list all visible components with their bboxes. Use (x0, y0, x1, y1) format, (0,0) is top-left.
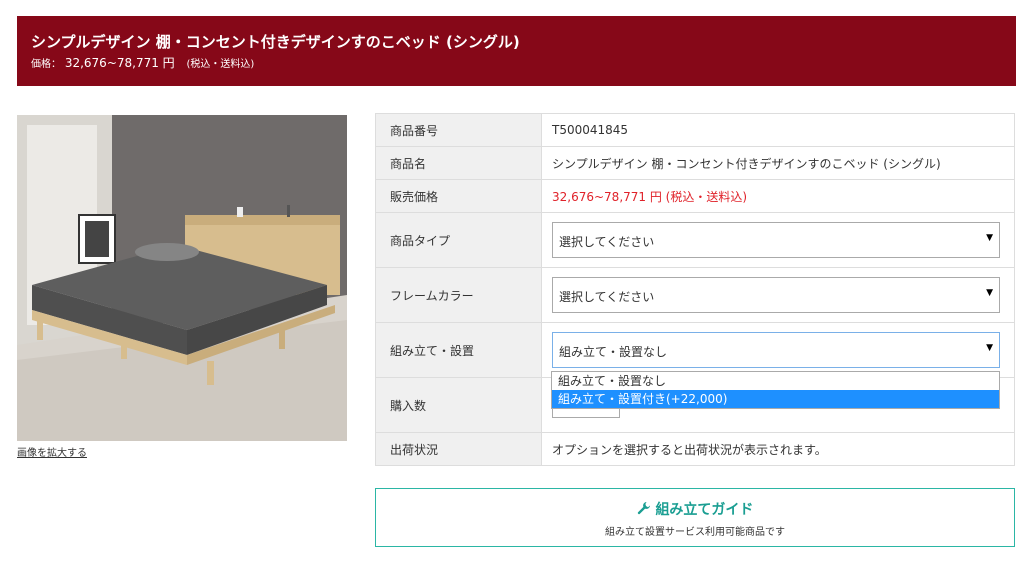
guide-subtitle: 組み立て設置サービス利用可能商品です (605, 527, 785, 538)
price-label: 価格： (31, 59, 61, 70)
spec-label: 商品名 (375, 146, 542, 180)
assembly-guide-box[interactable]: 組み立てガイド 組み立て設置サービス利用可能商品です (375, 488, 1015, 547)
spec-label: 組み立て・設置 (375, 322, 542, 378)
wrench-icon (637, 502, 656, 518)
product-name-value: シンプルデザイン 棚・コンセント付きデザインすのこベッド (シングル) (541, 146, 1015, 180)
select-value: 組み立て・設置なし (559, 345, 668, 359)
header-price: 価格： 32,676~78,771 円 (税込・送料込) (31, 54, 254, 71)
spec-row-assembly: 組み立て・設置 組み立て・設置なし ▼ (375, 322, 1015, 378)
select-value: 選択してください (559, 235, 655, 249)
spec-label: 購入数 (375, 377, 542, 433)
spec-label: 商品番号 (375, 113, 542, 147)
price-tax-note: (税込・送料込) (186, 59, 255, 70)
frame-color-select[interactable]: 選択してください ▼ (552, 277, 1000, 313)
product-header: シンプルデザイン 棚・コンセント付きデザインすのこベッド (シングル) 価格： … (17, 16, 1016, 86)
product-image[interactable] (17, 115, 347, 441)
spec-row-product-type: 商品タイプ 選択してください ▼ (375, 212, 1015, 268)
dropdown-option-highlighted[interactable]: 組み立て・設置付き(+22,000) (552, 390, 999, 408)
spec-label: 販売価格 (375, 179, 542, 213)
spec-label: フレームカラー (375, 267, 542, 323)
product-spec-table: 商品番号 T500041845 商品名 シンプルデザイン 棚・コンセント付きデザ… (375, 113, 1015, 466)
select-value: 選択してください (559, 290, 655, 304)
price-value: 32,676~78,771 円 (64, 56, 175, 70)
dropdown-option[interactable]: 組み立て・設置なし (552, 372, 999, 390)
spec-row-frame-color: フレームカラー 選択してください ▼ (375, 267, 1015, 323)
spec-row-price: 販売価格 32,676~78,771 円 (税込・送料込) (375, 179, 1015, 213)
assembly-dropdown-list: 組み立て・設置なし 組み立て・設置付き(+22,000) (551, 371, 1000, 409)
spec-row-product-number: 商品番号 T500041845 (375, 113, 1015, 147)
triangle-down-icon: ▼ (986, 288, 993, 298)
triangle-down-icon: ▼ (986, 343, 993, 353)
product-number-value: T500041845 (541, 113, 1015, 147)
sale-price-value: 32,676~78,771 円 (税込・送料込) (541, 179, 1015, 213)
shipping-status-value: オプションを選択すると出荷状況が表示されます。 (541, 432, 1015, 466)
guide-title: 組み立てガイド (655, 502, 754, 518)
spec-row-shipping-status: 出荷状況 オプションを選択すると出荷状況が表示されます。 (375, 432, 1015, 466)
spec-label: 出荷状況 (375, 432, 542, 466)
assembly-select[interactable]: 組み立て・設置なし ▼ (552, 332, 1000, 368)
triangle-down-icon: ▼ (986, 233, 993, 243)
enlarge-image-link[interactable]: 画像を拡大する (17, 444, 87, 459)
bed-photo-illustration (17, 115, 347, 441)
product-title: シンプルデザイン 棚・コンセント付きデザインすのこベッド (シングル) (31, 33, 520, 51)
spec-row-product-name: 商品名 シンプルデザイン 棚・コンセント付きデザインすのこベッド (シングル) (375, 146, 1015, 180)
spec-label: 商品タイプ (375, 212, 542, 268)
product-type-select[interactable]: 選択してください ▼ (552, 222, 1000, 258)
